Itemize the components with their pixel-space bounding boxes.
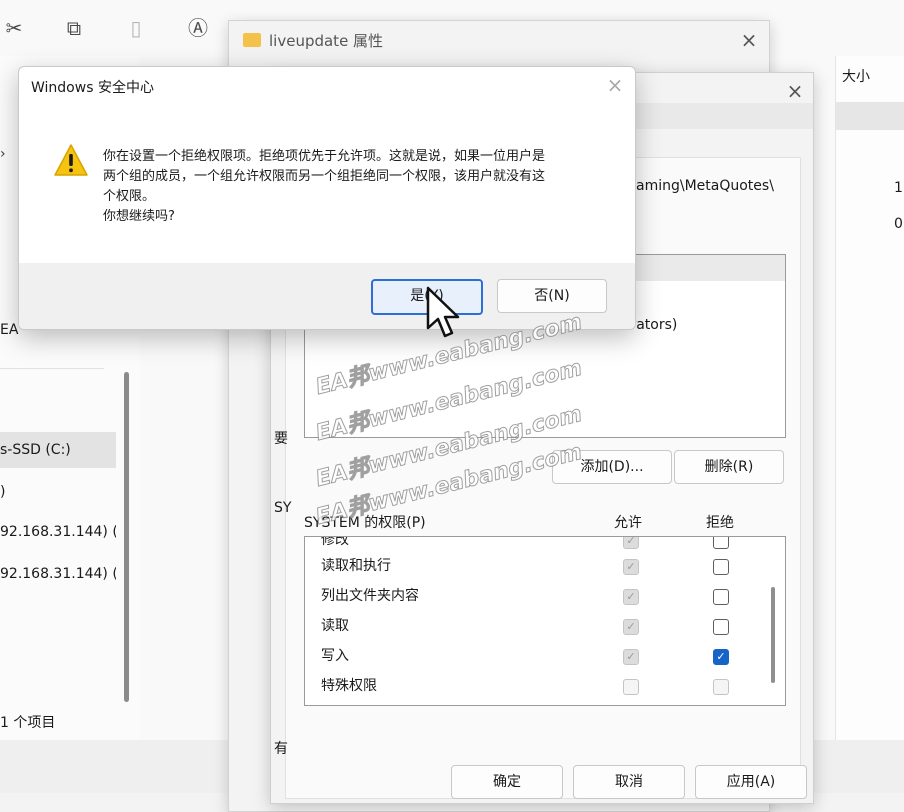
deny-column-header: 拒绝 [706,515,734,531]
permission-row: 列出文件夹内容 ✓ [321,581,761,611]
size-value: 1 [894,180,903,196]
permission-row: 读取 ✓ [321,611,761,641]
dialog-question: 你想继续吗? [103,209,175,224]
checkmark-icon: ✓ [626,590,636,603]
rename-icon[interactable]: Ⓐ [184,14,212,42]
permissions-list[interactable]: 修改 ✓ 读取和执行 ✓ 列出文件夹内容 ✓ 读取 ✓ 写入 ✓ ✓ 特殊权限 [304,536,786,706]
allow-checkbox[interactable]: ✓ [623,649,639,665]
allow-checkbox[interactable]: ✓ [623,589,639,605]
column-header-size[interactable]: 大小 [842,66,870,86]
checkmark-icon: ✓ [626,620,636,633]
cut-icon[interactable]: ✂ [0,14,28,42]
remove-button[interactable]: 删除(R) [674,450,784,484]
status-bar-count: 1 个项目 [0,715,56,731]
folder-icon [243,33,261,47]
divider [0,368,104,369]
size-value: 0 [894,216,903,232]
dialog-message-line: 个权限。 [103,189,156,204]
allow-checkbox[interactable] [623,679,639,695]
deny-checkbox[interactable] [713,537,729,549]
nav-item-network-drive[interactable]: 92.168.31.144) ( [0,514,116,550]
permission-name: 特殊权限 [321,678,377,694]
checkmark-icon: ✓ [716,650,726,663]
deny-checkbox[interactable] [713,679,729,695]
nav-scrollbar[interactable] [124,372,129,702]
deny-checkbox[interactable] [713,559,729,575]
paste-icon[interactable]: ▯ [122,14,150,42]
label-fragment: SY [274,500,292,516]
permission-name: 写入 [321,648,349,664]
ok-button[interactable]: 确定 [451,765,563,799]
chevron-icon[interactable]: › [0,146,6,162]
apply-button[interactable]: 应用(A) [695,765,807,799]
security-warning-dialog: Windows 安全中心 × 你在设置一个拒绝权限项。拒绝项优先于允许项。这就是… [18,66,636,330]
properties-title: liveupdate 属性 [269,32,384,50]
nav-item-network-drive[interactable]: 92.168.31.144) ( [0,556,116,592]
permissions-scrollbar[interactable] [771,587,775,683]
allow-checkbox[interactable]: ✓ [623,559,639,575]
close-icon[interactable]: × [605,75,625,95]
label-fragment: 有 [274,741,288,757]
deny-checkbox[interactable] [713,619,729,635]
copy-icon[interactable]: ⧉ [60,14,88,42]
checkmark-icon: ✓ [626,560,636,573]
dialog-title: Windows 安全中心 [31,80,154,96]
permission-name: 读取 [321,618,349,634]
close-icon[interactable]: × [739,30,759,50]
allow-checkbox[interactable]: ✓ [623,619,639,635]
deny-checkbox[interactable] [713,589,729,605]
permission-row: 读取和执行 ✓ [321,551,761,581]
permission-row: 写入 ✓ ✓ [321,641,761,671]
dialog-message-line: 两个组的成员，一个组允许权限而另一个组拒绝同一个权限，该用户就没有这 [103,169,546,184]
allow-checkbox[interactable]: ✓ [623,536,639,549]
nav-item[interactable]: ) [0,474,116,510]
permission-name: 修改 [321,536,349,548]
label-fragment: 要 [274,431,288,447]
object-path: aming\MetaQuotes\ [636,178,774,194]
close-icon[interactable]: × [785,81,805,101]
permission-name: 读取和执行 [321,558,391,574]
nav-item-c-drive[interactable]: s-SSD (C:) [0,432,116,468]
dialog-message-line: 你在设置一个拒绝权限项。拒绝项优先于允许项。这就是说，如果一位用户是 [103,149,546,164]
warning-icon [53,143,89,179]
selected-row[interactable] [836,102,904,130]
permission-row: 特殊权限 [321,671,761,701]
checkmark-icon: ✓ [626,650,636,663]
no-button[interactable]: 否(N) [497,279,607,313]
allow-column-header: 允许 [614,515,642,531]
permission-name: 列出文件夹内容 [321,588,419,604]
checkmark-icon: ✓ [626,536,636,547]
file-list-pane: 大小 1 0 [835,56,904,746]
cancel-button[interactable]: 取消 [573,765,685,799]
deny-checkbox[interactable]: ✓ [713,649,729,665]
